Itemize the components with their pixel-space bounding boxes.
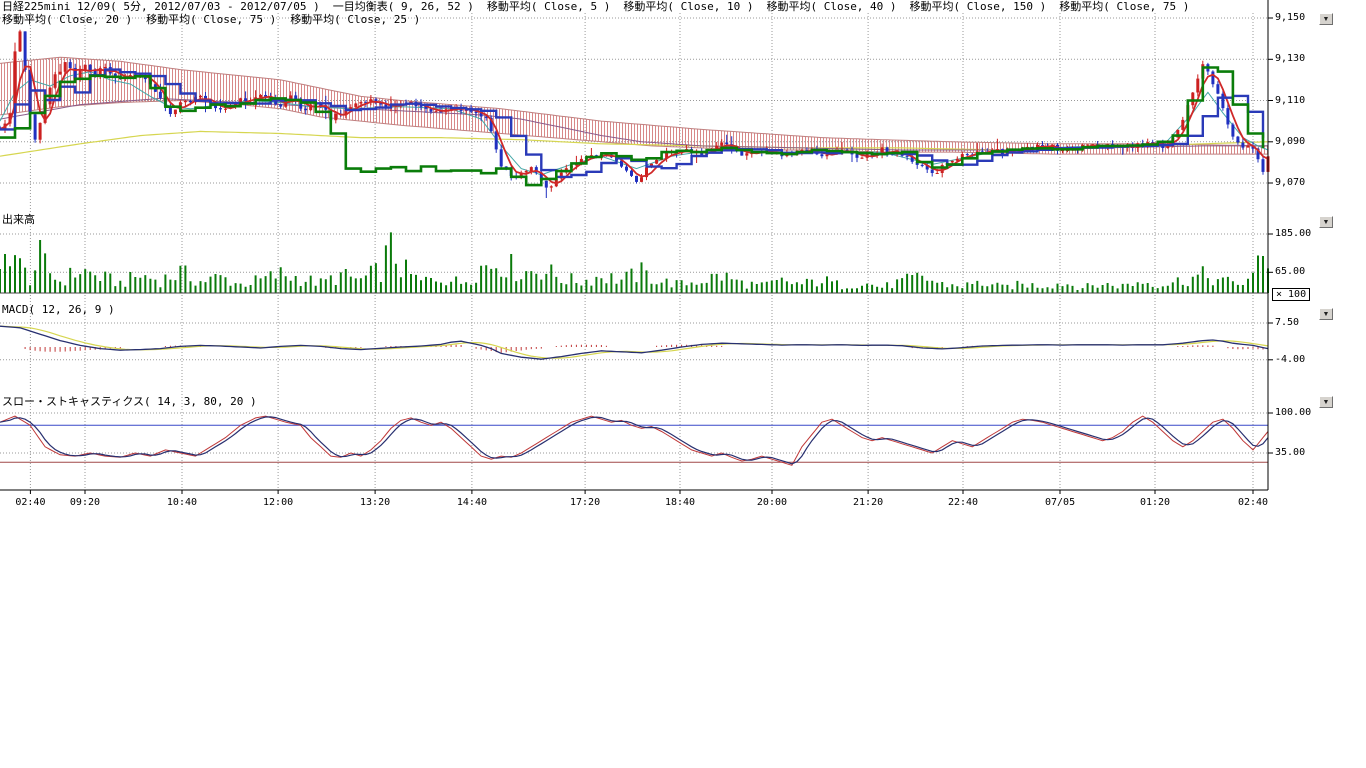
chart-canvas[interactable]: [0, 0, 1366, 520]
x-axis-tick-label: 01:20: [1140, 497, 1170, 509]
y-axis-tick-label: 185.00: [1275, 228, 1311, 240]
x-axis-tick-label: 18:40: [665, 497, 695, 509]
x-axis-tick-label: 09:20: [70, 497, 100, 509]
y-axis-tick-label: 65.00: [1275, 266, 1305, 278]
x-axis-tick-label: 12:00: [263, 497, 293, 509]
y-axis-tick-label: -4.00: [1275, 354, 1305, 366]
legend-item: 移動平均( Close, 25 ): [290, 13, 420, 26]
x-axis-tick-label: 07/05: [1045, 497, 1075, 509]
macd-scroll-down-button[interactable]: ▼: [1319, 308, 1333, 320]
macd-panel-label: MACD( 12, 26, 9 ): [2, 304, 115, 316]
chart-header-row2: 移動平均( Close, 20 ) 移動平均( Close, 75 ) 移動平均( …: [2, 13, 420, 26]
legend-item: 移動平均( Close, 20 ): [2, 13, 132, 26]
legend-item: 移動平均( Close, 75 ): [1059, 0, 1189, 13]
x-axis-tick-label: 02:40: [1238, 497, 1268, 509]
legend-item: 移動平均( Close, 150 ): [910, 0, 1047, 13]
chart-header-row1: 日経225mini 12/09( 5分, 2012/07/03 - 2012/0…: [2, 0, 1189, 13]
volume-scroll-down-button[interactable]: ▼: [1319, 216, 1333, 228]
y-axis-tick-label: 9,070: [1275, 177, 1305, 189]
stochastics-panel-label: スロー・ストキャスティクス( 14, 3, 80, 20 ): [2, 396, 257, 408]
x-axis-tick-label: 10:40: [167, 497, 197, 509]
down-arrow-icon: ▼: [1323, 311, 1330, 318]
y-axis-tick-label: 9,110: [1275, 95, 1305, 107]
legend-item: 一目均衡表( 9, 26, 52 ): [333, 0, 474, 13]
y-axis-tick-label: 35.00: [1275, 447, 1305, 459]
x-axis-tick-label: 22:40: [948, 497, 978, 509]
down-arrow-icon: ▼: [1323, 399, 1330, 406]
x-axis-tick-label: 14:40: [457, 497, 487, 509]
legend-item: 日経225mini 12/09( 5分, 2012/07/03 - 2012/0…: [2, 0, 320, 13]
y-axis-tick-label: 9,150: [1275, 12, 1305, 24]
legend-item: 移動平均( Close, 40 ): [766, 0, 896, 13]
volume-panel-label: 出来高: [2, 214, 35, 226]
legend-item: 移動平均( Close, 10 ): [623, 0, 753, 13]
legend-item: 移動平均( Close, 5 ): [487, 0, 610, 13]
stoch-scroll-down-button[interactable]: ▼: [1319, 396, 1333, 408]
y-axis-tick-label: 9,090: [1275, 136, 1305, 148]
y-axis-tick-label: 9,130: [1275, 53, 1305, 65]
down-arrow-icon: ▼: [1323, 219, 1330, 226]
down-arrow-icon: ▼: [1323, 16, 1330, 23]
x-axis-tick-label: 13:20: [360, 497, 390, 509]
legend-item: 移動平均( Close, 75 ): [146, 13, 276, 26]
x-axis-tick-label: 02:40: [15, 497, 45, 509]
y-axis-tick-label: 7.50: [1275, 317, 1299, 329]
x-axis-tick-label: 17:20: [570, 497, 600, 509]
y-axis-tick-label: 100.00: [1275, 407, 1311, 419]
chart-application-window: 日経225mini 12/09( 5分, 2012/07/03 - 2012/0…: [0, 0, 1366, 768]
price-scroll-down-button[interactable]: ▼: [1319, 13, 1333, 25]
volume-multiplier-badge: × 100: [1272, 288, 1310, 301]
x-axis-tick-label: 20:00: [757, 497, 787, 509]
x-axis-tick-label: 21:20: [853, 497, 883, 509]
